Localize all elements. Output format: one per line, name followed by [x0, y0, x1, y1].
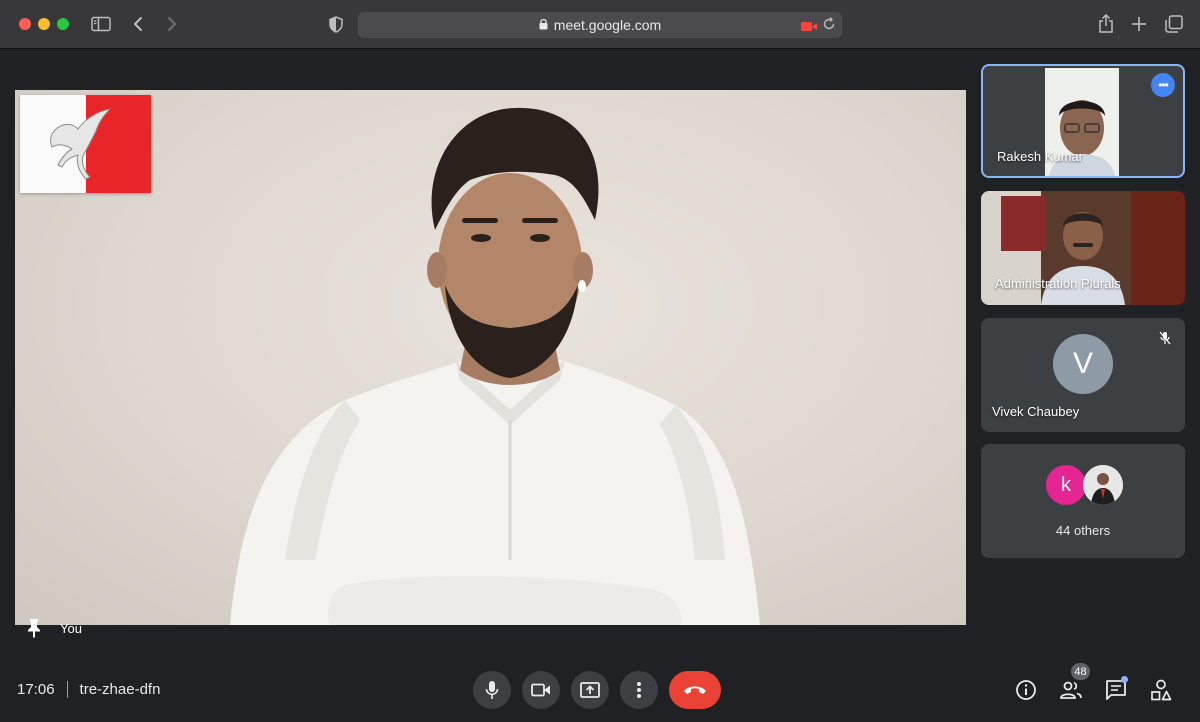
lock-icon	[539, 17, 548, 33]
people-button[interactable]	[1058, 677, 1084, 703]
present-icon	[580, 682, 600, 698]
pegasus-icon	[50, 108, 112, 180]
browser-toolbar: meet.google.com	[0, 0, 1200, 49]
divider	[66, 681, 68, 698]
mic-button[interactable]	[473, 671, 511, 709]
camera-icon	[531, 683, 550, 697]
participant-name: Administration Plurals	[995, 276, 1121, 291]
address-bar[interactable]: meet.google.com	[358, 12, 842, 38]
more-options-button[interactable]: •••	[1151, 73, 1175, 97]
more-vert-icon	[637, 682, 641, 698]
activities-button[interactable]	[1148, 677, 1174, 703]
pegasus-logo	[20, 95, 151, 193]
current-time: 17:06	[17, 681, 55, 698]
mic-icon	[485, 681, 499, 699]
end-call-icon	[684, 686, 706, 694]
minimize-window-button[interactable]	[38, 18, 50, 30]
present-button[interactable]	[571, 671, 609, 709]
info-button[interactable]	[1013, 677, 1039, 703]
share-icon[interactable]	[1096, 13, 1116, 35]
close-window-button[interactable]	[19, 18, 31, 30]
meeting-code: tre-zhae-dfn	[79, 681, 161, 698]
others-count-label: 44 others	[1055, 523, 1111, 538]
participant-tile-rakesh-kumar[interactable]: ••• Rakesh Kumar	[981, 64, 1185, 178]
plus-icon[interactable]	[1130, 13, 1148, 35]
sidebar-icon[interactable]	[90, 13, 112, 35]
reload-icon[interactable]	[822, 17, 836, 34]
people-icon	[1060, 681, 1082, 699]
others-tile[interactable]: k 44 others	[981, 444, 1185, 558]
camera-recording-icon[interactable]	[801, 19, 817, 35]
more-options-button[interactable]	[620, 671, 658, 709]
chat-notification-dot	[1121, 676, 1128, 683]
participant-name: Rakesh Kumar	[997, 149, 1083, 164]
avatar: V	[1053, 334, 1113, 394]
avatar-photo	[1083, 465, 1123, 505]
info-icon	[1016, 680, 1036, 700]
activities-icon	[1151, 679, 1172, 701]
shield-icon[interactable]	[328, 13, 344, 35]
chevron-left-icon[interactable]	[131, 13, 145, 35]
main-video-feed[interactable]	[15, 90, 966, 625]
self-label: You	[60, 621, 82, 636]
participant-tile-administration-plurals[interactable]: Administration Plurals	[981, 191, 1185, 305]
participant-tile-vivek-chaubey[interactable]: V Vivek Chaubey	[981, 318, 1185, 432]
zoom-window-button[interactable]	[57, 18, 69, 30]
participant-name: Vivek Chaubey	[992, 404, 1080, 419]
presenter-video-image	[230, 107, 760, 625]
pin-icon[interactable]	[26, 618, 42, 643]
avatar: k	[1046, 465, 1086, 505]
url-text: meet.google.com	[553, 17, 662, 33]
tabs-icon[interactable]	[1164, 13, 1184, 35]
mic-off-icon	[1155, 328, 1175, 348]
camera-button[interactable]	[522, 671, 560, 709]
end-call-button[interactable]	[669, 671, 721, 709]
chevron-right-icon[interactable]	[165, 13, 179, 35]
participant-count-badge: 48	[1071, 663, 1090, 680]
meet-window: meet.google.com You ••• Rakesh Kumar Adm…	[0, 0, 1200, 722]
meeting-info: 17:06 tre-zhae-dfn	[17, 681, 160, 698]
